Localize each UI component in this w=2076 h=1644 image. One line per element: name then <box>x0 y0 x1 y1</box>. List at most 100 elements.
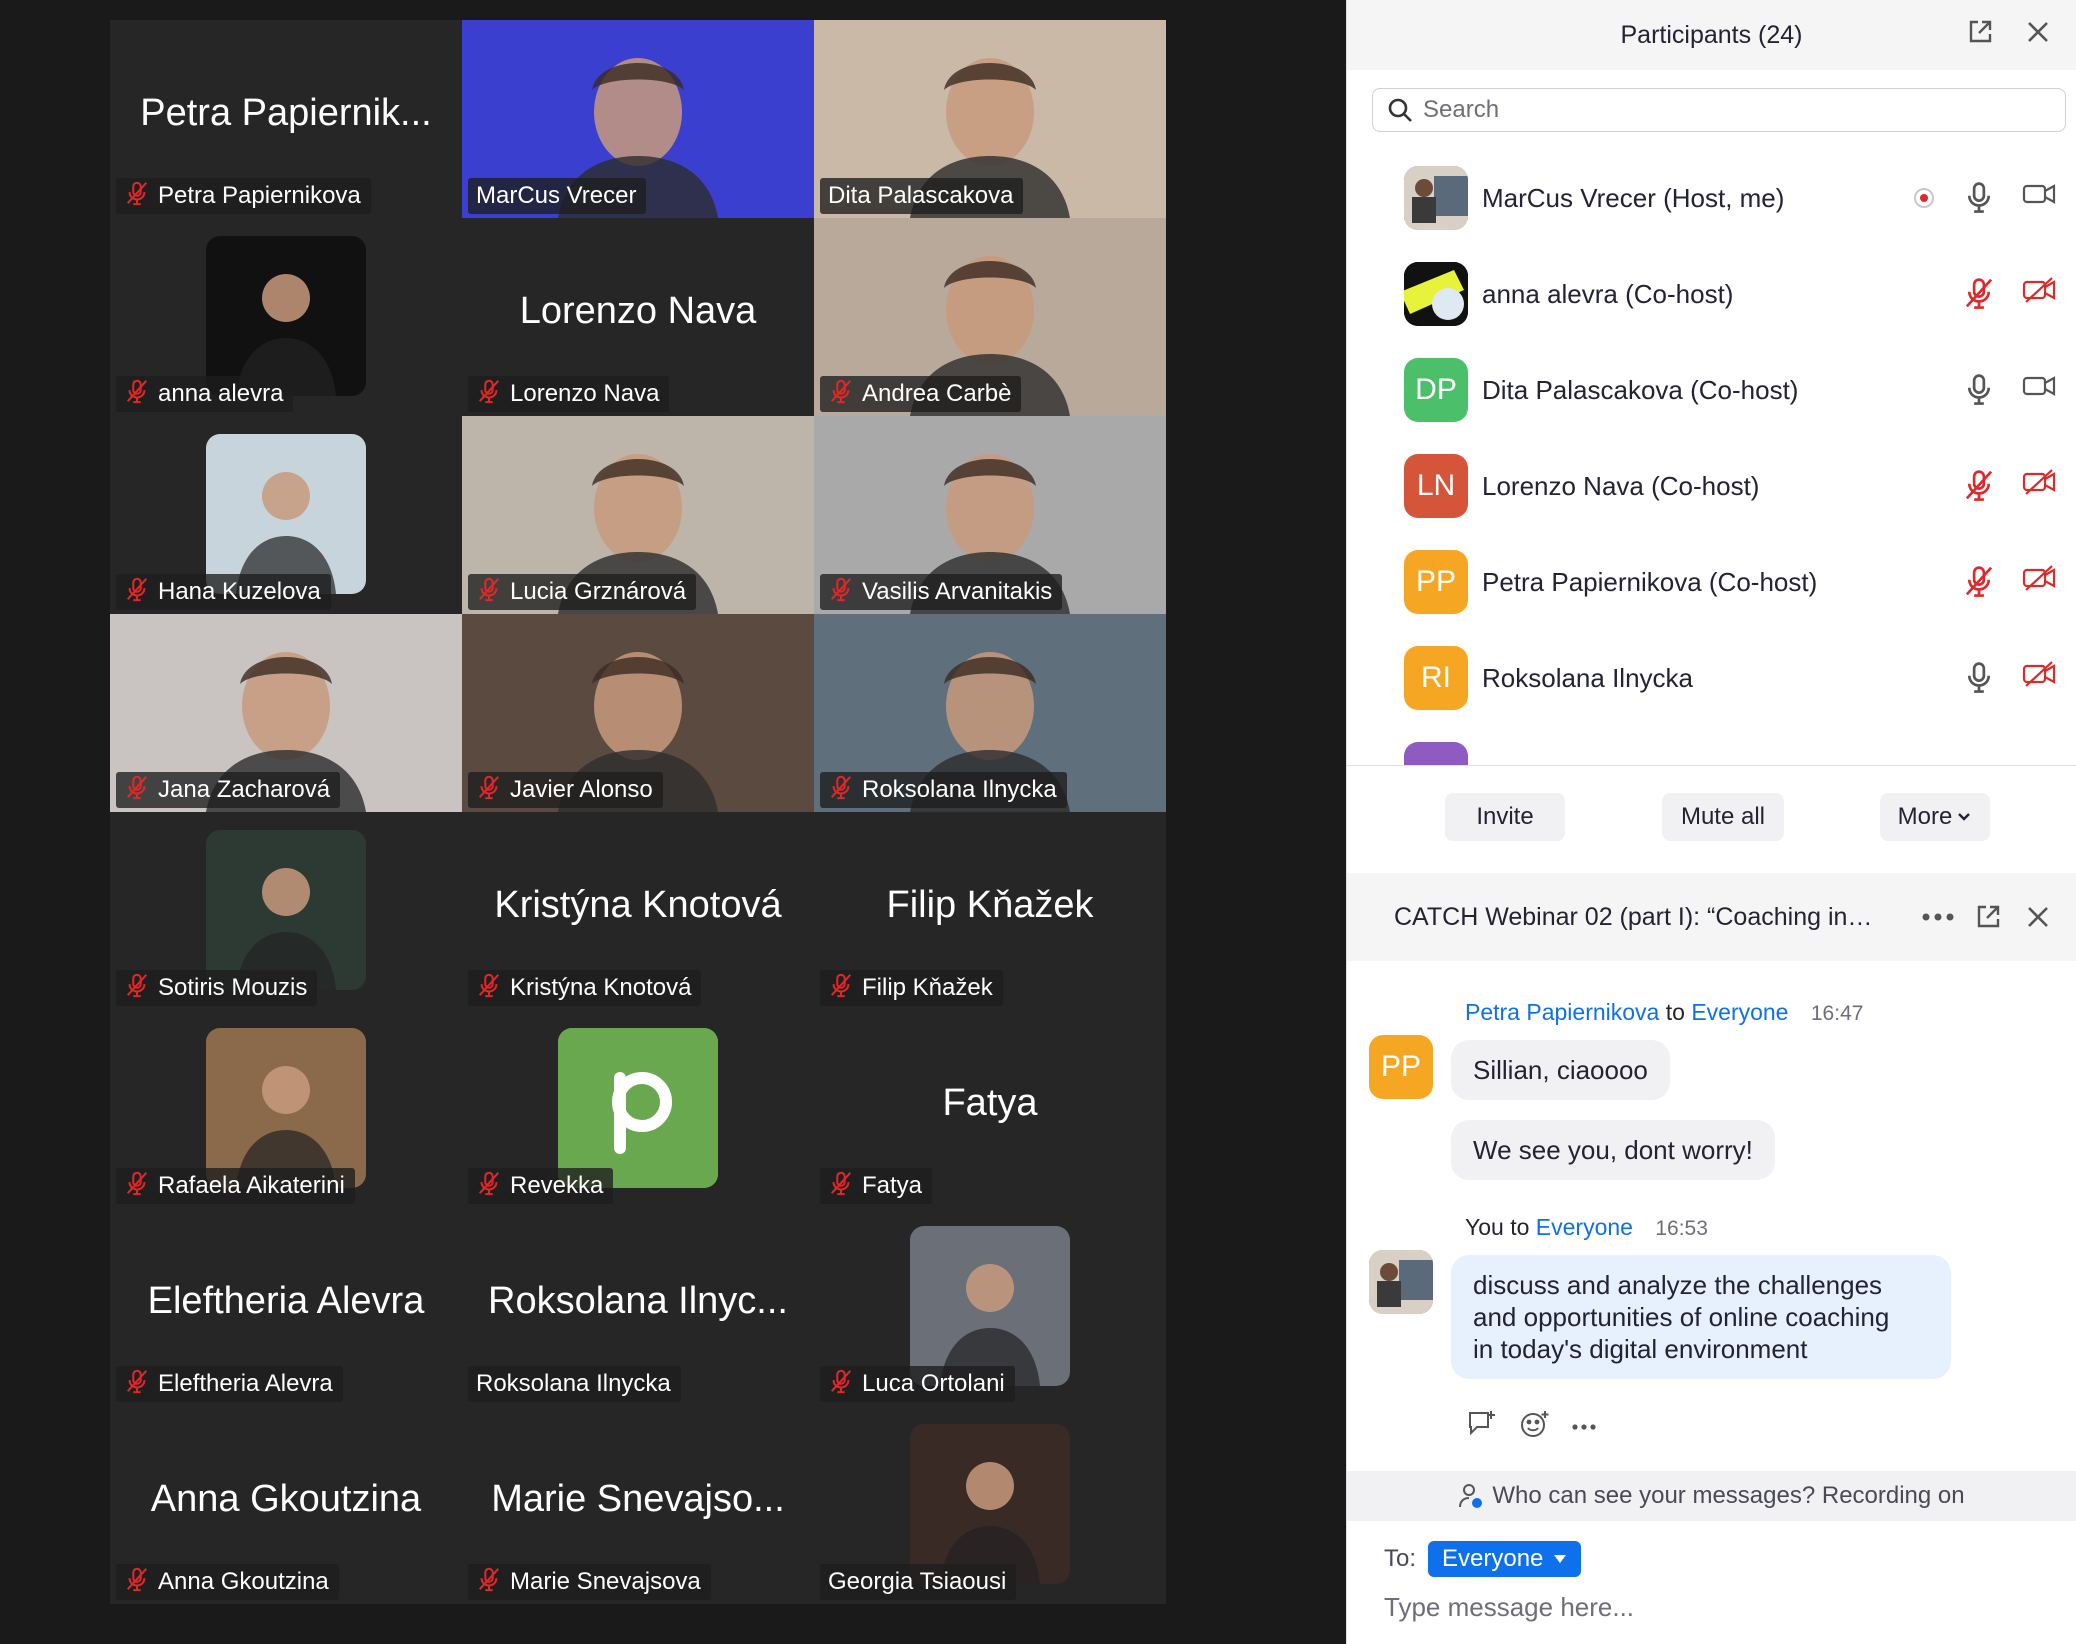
message-bubble[interactable]: We see you, dont worry! <box>1451 1120 1775 1180</box>
message-bubble[interactable]: Sillian, ciaoooo <box>1451 1040 1670 1100</box>
video-tile[interactable]: Eleftheria Alevra Eleftheria Alevra <box>110 1208 462 1406</box>
video-tile[interactable]: Petra Papiernik... Petra Papiernikova <box>110 20 462 218</box>
camera-icon[interactable] <box>2022 372 2056 400</box>
video-tile[interactable]: Vasilis Arvanitakis <box>814 416 1166 614</box>
recipient-select[interactable]: Everyone <box>1428 1541 1582 1577</box>
close-icon[interactable] <box>2018 12 2058 52</box>
invite-button[interactable]: Invite <box>1445 793 1565 841</box>
more-button[interactable]: More <box>1880 793 1990 841</box>
avatar <box>1404 166 1468 230</box>
camera-off-icon[interactable] <box>2022 276 2056 304</box>
close-icon[interactable] <box>2018 897 2058 937</box>
video-tile[interactable]: Kristýna Knotová Kristýna Knotová <box>462 812 814 1010</box>
video-tile[interactable]: Georgia Tsiaousi <box>814 1406 1166 1604</box>
video-tile[interactable]: anna alevra <box>110 218 462 416</box>
video-tile[interactable]: Revekka <box>462 1010 814 1208</box>
participant-row[interactable]: LN Lorenzo Nava (Co-host) <box>1347 438 2076 534</box>
video-tile[interactable]: Lorenzo Nava Lorenzo Nava <box>462 218 814 416</box>
participant-name: Fatya <box>862 1172 923 1199</box>
participant-name: Roksolana Ilnycka <box>862 776 1057 803</box>
message-to-word: to <box>1665 999 1685 1025</box>
participant-display-name: Fatya <box>942 1082 1038 1124</box>
mic-muted-icon <box>124 378 150 411</box>
participant-row[interactable]: PP Petra Papiernikova (Co-host) <box>1347 534 2076 630</box>
message-bubble[interactable]: discuss and analyze the challenges and o… <box>1451 1255 1951 1379</box>
mic-muted-icon[interactable] <box>1962 564 1996 598</box>
participant-name: Petra Papiernikova <box>158 182 361 209</box>
message-recipient[interactable]: Everyone <box>1691 999 1788 1025</box>
mic-icon[interactable] <box>1962 180 1996 214</box>
participant-name: anna alevra <box>158 380 284 407</box>
video-tile[interactable]: Filip Kňažek Filip Kňažek <box>814 812 1166 1010</box>
participant-row[interactable]: anna alevra (Co-host) <box>1347 246 2076 342</box>
popout-icon[interactable] <box>1968 897 2008 937</box>
message-time: 16:47 <box>1810 1002 1864 1025</box>
recording-icon <box>1912 186 1936 210</box>
message-line: in today's digital environment <box>1473 1334 1808 1364</box>
participant-name: Hana Kuzelova <box>158 578 321 605</box>
mic-icon[interactable] <box>1962 372 1996 406</box>
participant-search[interactable] <box>1372 88 2066 132</box>
video-tile[interactable]: Jana Zacharová <box>110 614 462 812</box>
participant-name: Filip Kňažek <box>862 974 993 1001</box>
participant-row[interactable]: RI Roksolana Ilnycka <box>1347 630 2076 726</box>
mic-muted-icon[interactable] <box>1962 468 1996 502</box>
reply-icon[interactable] <box>1467 1409 1499 1444</box>
video-tile[interactable]: Fatya Fatya <box>814 1010 1166 1208</box>
video-tile[interactable]: Dita Palascakova <box>814 20 1166 218</box>
message-sender[interactable]: Petra Papiernikova <box>1465 999 1659 1025</box>
caret-down-icon <box>1554 1555 1567 1563</box>
participant-name: MarCus Vrecer (Host, me) <box>1482 182 1785 213</box>
video-tile[interactable]: Andrea Carbè <box>814 218 1166 416</box>
participant-row[interactable]: DP Dita Palascakova (Co-host) <box>1347 342 2076 438</box>
add-reaction-icon[interactable] <box>1519 1409 1551 1444</box>
camera-off-icon[interactable] <box>2022 660 2056 688</box>
more-options-icon[interactable] <box>1918 897 1958 937</box>
video-tile[interactable]: Rafaela Aikaterini <box>110 1010 462 1208</box>
mic-muted-icon <box>828 1170 854 1203</box>
video-tile[interactable]: MarCus Vrecer <box>462 20 814 218</box>
camera-icon[interactable] <box>2022 180 2056 208</box>
more-label: More <box>1897 803 1953 830</box>
person-eye-icon <box>1459 1484 1483 1508</box>
video-tile[interactable]: Sotiris Mouzis <box>110 812 462 1010</box>
tile-name-label: Petra Papiernikova <box>116 178 371 214</box>
mic-muted-icon <box>828 774 854 807</box>
mic-muted-icon[interactable] <box>1962 276 1996 310</box>
video-tile[interactable]: Javier Alonso <box>462 614 814 812</box>
chat-title: CATCH Webinar 02 (part I): “Coaching in… <box>1394 902 1873 931</box>
video-tile[interactable]: Hana Kuzelova <box>110 416 462 614</box>
mute-all-button[interactable]: Mute all <box>1662 793 1784 841</box>
participant-display-name: Filip Kňažek <box>886 884 1094 926</box>
video-tile[interactable]: Roksolana Ilnycka <box>814 614 1166 812</box>
video-tile[interactable]: Lucia Grznárová <box>462 416 814 614</box>
camera-off-icon[interactable] <box>2022 468 2056 496</box>
participant-name: Dita Palascakova (Co-host) <box>1482 374 1799 405</box>
mic-icon[interactable] <box>1962 660 1996 694</box>
privacy-notice[interactable]: Who can see your messages? Recording on <box>1347 1471 2076 1521</box>
video-tile[interactable]: Luca Ortolani <box>814 1208 1166 1406</box>
tile-name-label: Andrea Carbè <box>820 376 1022 412</box>
video-tile[interactable]: Anna Gkoutzina Anna Gkoutzina <box>110 1406 462 1604</box>
avatar-initials: LN <box>1416 469 1456 502</box>
more-icon[interactable] <box>1571 1418 1597 1436</box>
tile-name-label: Hana Kuzelova <box>116 574 331 610</box>
participant-row[interactable]: MarCus Vrecer (Host, me) <box>1347 150 2076 246</box>
camera-off-icon[interactable] <box>2022 564 2056 592</box>
message-recipient[interactable]: Everyone <box>1536 1214 1633 1240</box>
chat-messages: PP Petra Papiernikova to Everyone 16:47 … <box>1347 961 2076 1471</box>
popout-icon[interactable] <box>1960 12 2000 52</box>
participant-row[interactable] <box>1347 726 2076 765</box>
participant-display-name: Lorenzo Nava <box>519 290 757 332</box>
message-input[interactable] <box>1384 1592 2044 1623</box>
tile-name-label: Filip Kňažek <box>820 970 1003 1006</box>
avatar: PP <box>1404 550 1468 614</box>
video-tile[interactable]: Roksolana Ilnyc... Roksolana Ilnycka <box>462 1208 814 1406</box>
search-input[interactable] <box>1423 96 2023 124</box>
tile-name-label: Lorenzo Nava <box>468 376 670 412</box>
message-meta: Petra Papiernikova to Everyone 16:47 <box>1465 999 1863 1026</box>
avatar-initials: PP <box>1380 1050 1422 1083</box>
participant-display-name: Kristýna Knotová <box>494 884 782 926</box>
video-tile[interactable]: Marie Snevajso... Marie Snevajsova <box>462 1406 814 1604</box>
participant-display-name: Roksolana Ilnyc... <box>488 1280 788 1322</box>
